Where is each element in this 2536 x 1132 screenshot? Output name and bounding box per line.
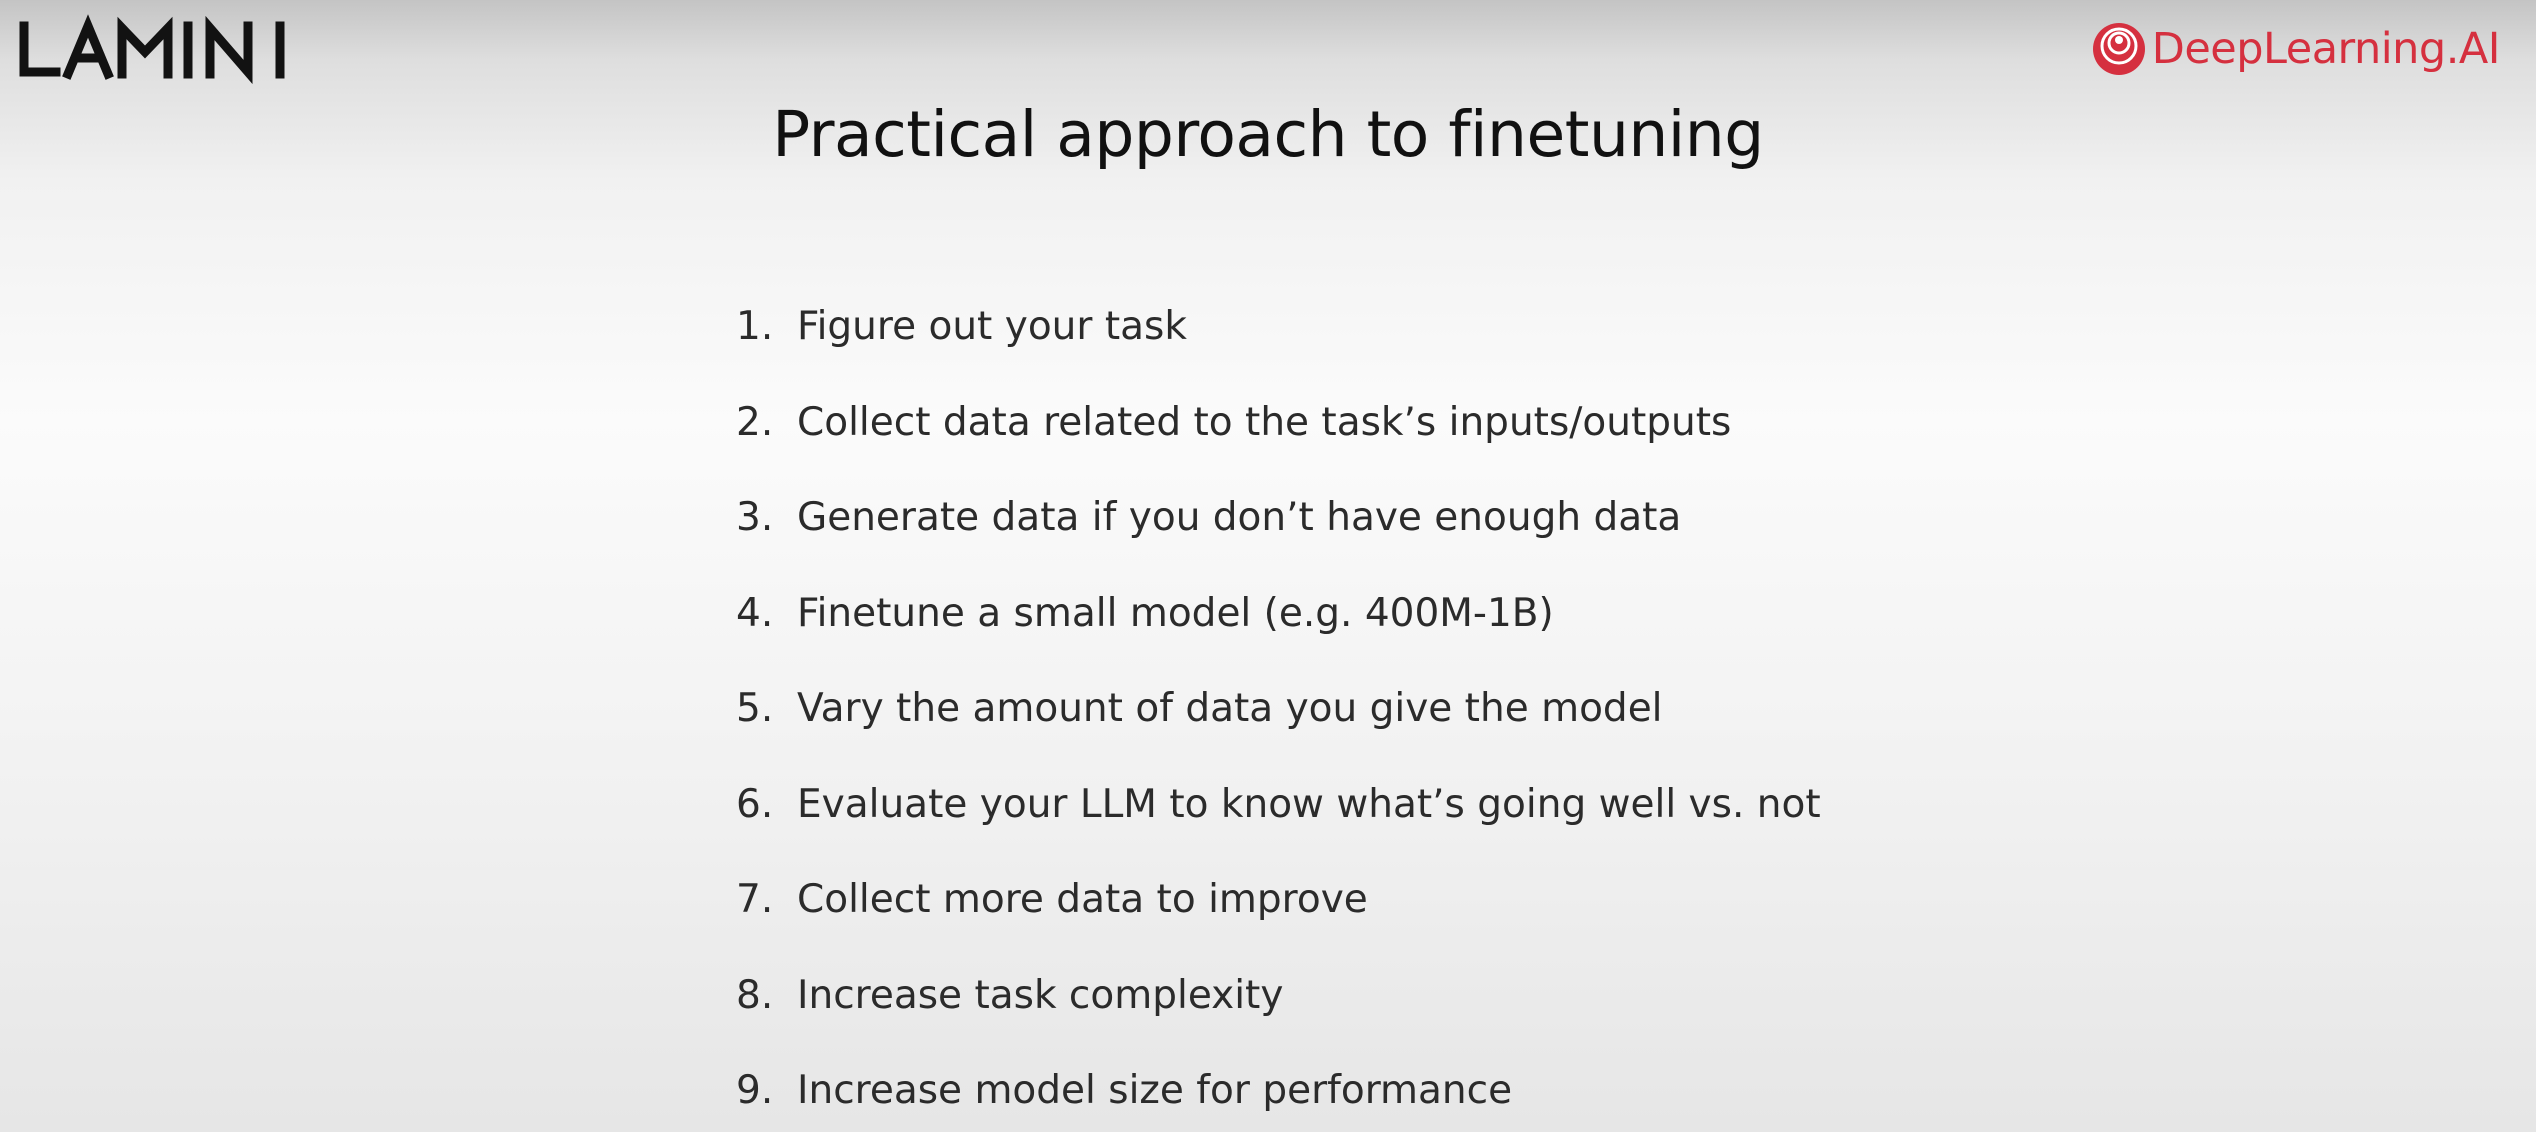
step-number: 5.	[736, 686, 774, 732]
step-number: 7.	[736, 877, 774, 923]
step-text: Increase model size for performance	[797, 1068, 1513, 1114]
step-text: Generate data if you don’t have enough d…	[797, 495, 1682, 541]
step-number: 3.	[736, 495, 774, 541]
page-title: Practical approach to finetuning	[772, 98, 1764, 171]
step-text: Figure out your task	[797, 304, 1187, 350]
step-text: Collect more data to improve	[797, 877, 1368, 923]
step-number: 9.	[736, 1068, 774, 1114]
step-item: 6. Evaluate your LLM to know what’s goin…	[736, 757, 1821, 853]
lamini-logo	[18, 14, 298, 84]
deeplearning-ai-logo-icon	[2092, 23, 2145, 75]
step-item: 2. Collect data related to the task’s in…	[736, 375, 1821, 471]
steps-list: 1. Figure out your task 2. Collect data …	[736, 279, 1821, 1132]
step-text: Vary the amount of data you give the mod…	[797, 686, 1663, 732]
step-text: Evaluate your LLM to know what’s going w…	[797, 781, 1821, 827]
deeplearning-ai-logo: DeepLearning.AI	[2092, 18, 2501, 80]
slide: DeepLearning.AI Practical approach to fi…	[0, 0, 2536, 1132]
step-number: 4.	[736, 590, 774, 636]
step-number: 1.	[736, 304, 774, 350]
step-item: 1. Figure out your task	[736, 279, 1821, 375]
lamini-wordmark	[19, 14, 285, 84]
step-number: 8.	[736, 972, 774, 1018]
step-number: 2.	[736, 399, 774, 445]
step-item: 8. Increase task complexity	[736, 948, 1821, 1044]
deeplearning-ai-logo-text: DeepLearning.AI	[2151, 24, 2501, 74]
step-text: Increase task complexity	[797, 972, 1284, 1018]
step-item: 5. Vary the amount of data you give the …	[736, 661, 1821, 757]
step-item: 4. Finetune a small model (e.g. 400M-1B)	[736, 566, 1821, 662]
step-item: 7. Collect more data to improve	[736, 852, 1821, 948]
step-number: 6.	[736, 781, 774, 827]
step-text: Finetune a small model (e.g. 400M-1B)	[797, 590, 1554, 636]
step-text: Collect data related to the task’s input…	[797, 399, 1732, 445]
step-item: 9. Increase model size for performance	[736, 1043, 1821, 1132]
step-item: 3. Generate data if you don’t have enoug…	[736, 470, 1821, 566]
